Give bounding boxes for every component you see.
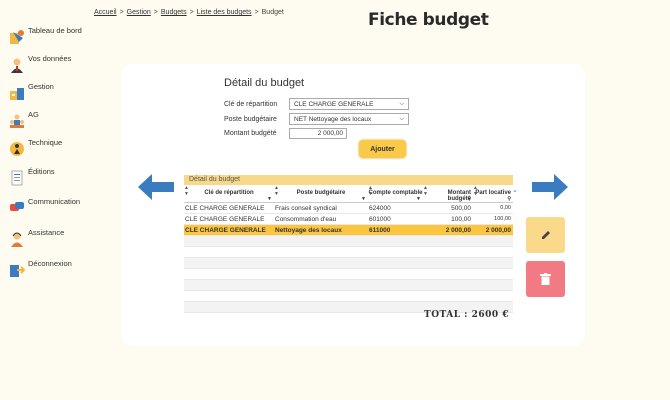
column-header-part[interactable]: ▲ ▼ Part locative ⚲ [473,185,513,202]
sidebar-item-deconnexion[interactable]: Déconnexion [9,259,72,278]
filter-icon[interactable]: ▼ [267,196,272,202]
sort-icon[interactable]: ▲ ▼ [184,185,189,197]
sort-icon[interactable]: ▲ ▼ [423,185,428,197]
table-row-selected[interactable]: CLE CHARGE GENERALE Nettoyage des locaux… [184,225,513,236]
repartition-label: Clé de répartition [224,101,278,108]
technique-icon [10,142,24,156]
arrow-left-icon[interactable] [136,172,176,202]
chevron-down-icon[interactable]: ⌄ [512,186,518,194]
form-title: Détail du budget [224,77,305,89]
document-icon [11,170,23,186]
dashboard-icon [10,30,24,44]
column-header-compte[interactable]: ▲ ▼ Compte comptable ▼ [368,185,423,202]
montant-label: Montant budgété [224,130,277,137]
breadcrumb-liste-budgets[interactable]: Liste des budgets [197,9,252,16]
chat-icon [10,202,24,211]
search-icon[interactable]: ⚲ [467,196,471,202]
user-icon [11,58,23,73]
pencil-icon [541,231,550,239]
poste-label: Poste budgétaire [224,116,277,123]
sort-icon[interactable]: ▲ ▼ [368,185,373,197]
column-header-cle[interactable]: ▲ ▼ Clé de répartition ▼ [184,185,274,202]
table-row-empty [184,269,513,280]
meeting-icon [10,114,24,128]
table-row[interactable]: CLE CHARGE GENERALE Frais conseil syndic… [184,203,513,214]
sidebar-item-editions[interactable]: Éditions [9,167,55,186]
sidebar-item-vos-donnees[interactable]: Vos données [9,54,71,73]
filter-icon[interactable]: ▼ [361,196,366,202]
total-label: TOTAL : 2600 € [424,310,510,320]
sidebar-item-dashboard[interactable]: Tableau de bord [9,26,82,45]
breadcrumb-accueil[interactable]: Accueil [94,9,117,16]
poste-select[interactable]: NET Nettoyage des locaux ⌵ [289,113,409,125]
delete-button[interactable] [526,261,565,297]
sort-icon[interactable]: ▲ ▼ [274,185,279,197]
chevron-down-icon: ⌵ [399,115,404,122]
table-row-empty [184,247,513,258]
table-row-empty [184,291,513,302]
table-row-empty [184,280,513,291]
page-title: Fiche budget [368,10,489,30]
logout-icon [10,265,25,277]
sidebar-item-assistance[interactable]: Assistance [9,228,64,247]
chevron-down-icon: ⌵ [399,100,404,107]
table-header: ▲ ▼ Clé de répartition ▼ ▲ ▼ Poste budgéta… [184,185,513,203]
sidebar-item-communication[interactable]: Communication [9,197,80,216]
sidebar: Tableau de bord Vos données Gestion AG T… [0,0,110,400]
sort-icon[interactable]: ▲ ▼ [473,185,478,197]
table-row[interactable]: CLE CHARGE GENERALE Consommation d'eau 6… [184,214,513,225]
repartition-select[interactable]: CLE CHARGE GENERALE ⌵ [289,98,409,110]
breadcrumb-gestion[interactable]: Gestion [127,9,151,16]
montant-input[interactable]: 2 000,00 [289,128,347,139]
budget-table: Détail du budget ▲ ▼ Clé de répartition ▼… [184,175,513,313]
search-icon[interactable]: ⚲ [507,196,511,202]
breadcrumb-current: Budget [261,9,284,16]
filter-icon[interactable]: ▼ [416,196,421,202]
sidebar-item-gestion[interactable]: Gestion [9,82,54,101]
management-icon [10,88,24,100]
column-header-poste[interactable]: ▲ ▼ Poste budgétaire ▼ [274,185,368,202]
support-icon [11,232,23,247]
breadcrumb-budgets[interactable]: Budgets [161,9,187,16]
sidebar-item-ag[interactable]: AG [9,110,39,129]
repartition-value: CLE CHARGE GENERALE [294,100,374,108]
poste-value: NET Nettoyage des locaux [294,115,372,123]
table-caption: Détail du budget [184,175,513,185]
add-button[interactable]: Ajouter [359,140,406,158]
table-row-empty [184,236,513,247]
breadcrumb: Accueil > Gestion > Budgets > Liste des budget… [94,9,284,16]
table-row-empty [184,258,513,269]
column-header-montant[interactable]: ▲ ▼ Montant budgété ⚲ [423,185,473,202]
trash-icon [540,273,551,285]
edit-button[interactable] [526,217,565,253]
sidebar-item-technique[interactable]: Technique [9,138,62,157]
arrow-right-icon[interactable] [530,172,570,202]
